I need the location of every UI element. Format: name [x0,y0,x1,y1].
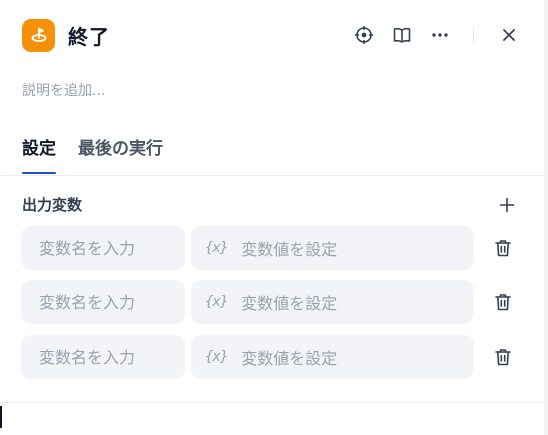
toolbar-divider [473,26,474,44]
header-toolbar [339,18,522,52]
target-icon[interactable] [351,22,377,48]
tabs-divider [0,175,544,176]
output-variable-row: {x} 変数値を設定 [21,226,521,270]
variable-value-placeholder: 変数値を設定 [241,349,338,368]
close-icon[interactable] [496,22,522,48]
panel-tabs: 設定 最後の実行 [22,134,185,176]
end-node-panel: 終了 説明を追加... 設定 最後の実行 出力変数 変数名を入力 {x} 変数値… [0,0,544,435]
variable-name-input[interactable] [21,335,185,379]
delete-variable-button[interactable] [491,345,515,369]
panel-title: 終了 [68,24,110,49]
variable-name-input[interactable] [21,280,185,324]
variable-value-placeholder: 変数値を設定 [241,240,338,259]
variable-value-selector[interactable]: {x} 変数値を設定 [191,226,474,270]
text-cursor [0,406,2,428]
trash-icon [495,240,511,257]
add-variable-button[interactable] [495,193,519,217]
section-divider [0,402,544,403]
delete-variable-button[interactable] [491,236,515,260]
trash-icon [495,294,511,311]
delete-variable-button[interactable] [491,290,515,314]
panel-border [544,0,548,435]
book-open-icon[interactable] [389,22,415,48]
output-variables-title: 出力変数 [22,196,83,214]
output-variable-row: {x} 変数値を設定 [21,335,521,379]
output-variable-row: {x} 変数値を設定 [21,280,521,324]
trash-icon [495,349,511,366]
tab-last-run[interactable]: 最後の実行 [78,134,163,174]
variable-value-placeholder: 変数値を設定 [241,294,338,313]
panel-header: 終了 [22,18,522,52]
more-icon[interactable] [427,22,453,48]
variable-icon: {x} [205,240,228,256]
end-node-icon [22,18,55,52]
variable-value-selector[interactable]: {x} 変数値を設定 [191,280,474,324]
tab-settings[interactable]: 設定 [22,134,56,174]
variable-icon: {x} [205,349,228,365]
variable-value-selector[interactable]: {x} 変数値を設定 [191,335,474,379]
description-input[interactable]: 説明を追加... [22,80,105,100]
variable-name-input[interactable] [21,226,185,270]
variable-icon: {x} [205,294,228,310]
